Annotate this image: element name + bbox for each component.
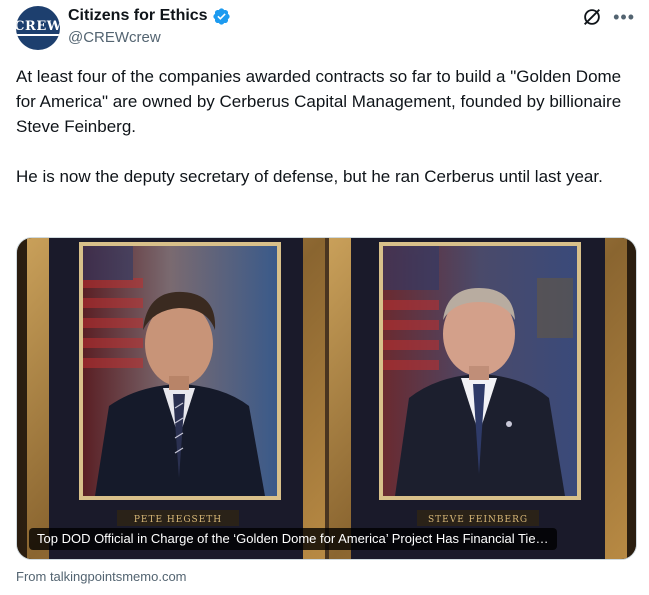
- verified-badge-icon: [212, 7, 230, 25]
- tweet-text: At least four of the companies awarded c…: [16, 64, 636, 189]
- card-image: PETE HEGSETH STEVE FEINBERG: [17, 238, 636, 559]
- author-block: Citizens for Ethics @CREWcrew: [68, 6, 231, 46]
- tweet-paragraph-1: At least four of the companies awarded c…: [16, 67, 622, 136]
- left-plaque-text: PETE HEGSETH: [134, 515, 222, 525]
- more-icon[interactable]: •••: [613, 6, 635, 28]
- left-portrait-frame: PETE HEGSETH: [27, 238, 325, 559]
- tweet: CREW Citizens for Ethics @CREWcrew ••• A…: [0, 0, 649, 595]
- name-row: Citizens for Ethics: [68, 6, 231, 26]
- tweet-paragraph-2: He is now the deputy secretary of defens…: [16, 167, 603, 186]
- right-portrait-frame: STEVE FEINBERG: [329, 238, 627, 559]
- top-actions: •••: [581, 6, 635, 28]
- avatar-logo-text: CREW: [16, 19, 60, 36]
- card-caption[interactable]: Top DOD Official in Charge of the ‘Golde…: [29, 528, 557, 550]
- right-plaque-text: STEVE FEINBERG: [428, 515, 528, 525]
- avatar[interactable]: CREW: [16, 6, 60, 50]
- grok-icon[interactable]: [581, 6, 603, 28]
- link-card[interactable]: PETE HEGSETH STEVE FEINBERG Top DOD Offi…: [16, 237, 637, 560]
- card-source[interactable]: From talkingpointsmemo.com: [16, 569, 187, 584]
- display-name[interactable]: Citizens for Ethics: [68, 7, 208, 25]
- handle[interactable]: @CREWcrew: [68, 29, 231, 46]
